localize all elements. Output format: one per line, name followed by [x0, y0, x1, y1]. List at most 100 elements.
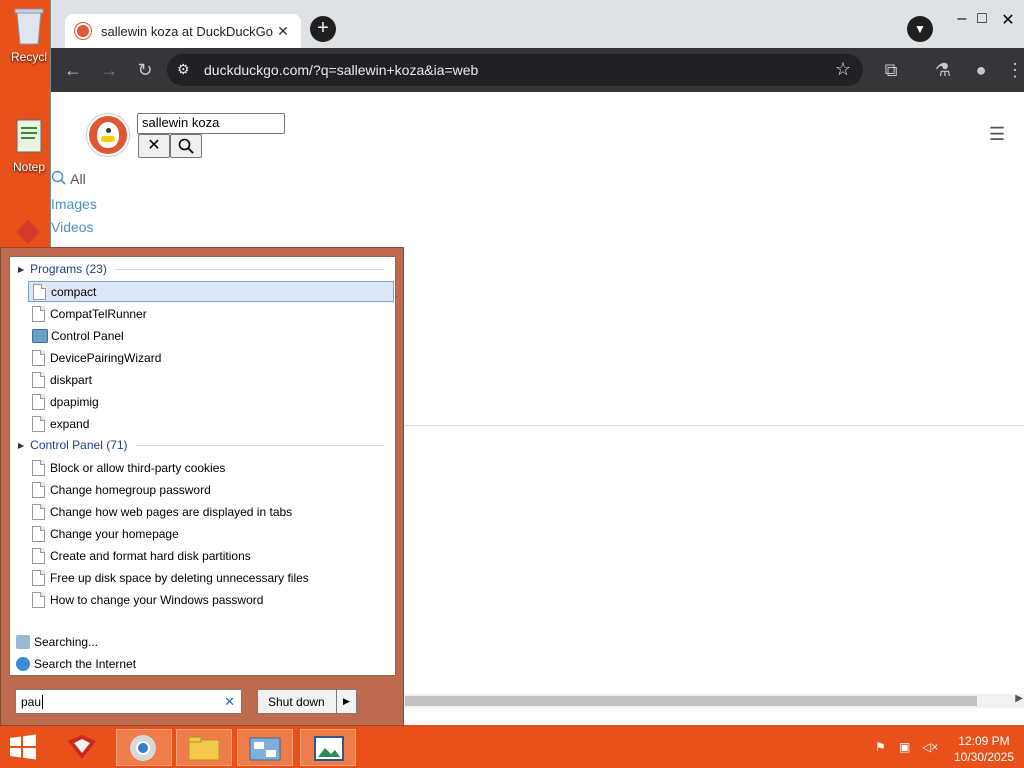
- image-viewer-icon: [314, 736, 344, 761]
- taskbar-photos[interactable]: [300, 729, 356, 766]
- start-search-results: ▶ Programs (23) compact CompatTelRunner …: [9, 256, 396, 676]
- scrollbar-thumb[interactable]: [405, 696, 977, 706]
- file-icon: [32, 591, 45, 608]
- list-item[interactable]: CompatTelRunner: [28, 303, 394, 324]
- item-label: Block or allow third-party cookies: [50, 460, 226, 475]
- folder-icon: [188, 736, 220, 761]
- file-icon: [32, 569, 45, 586]
- labs-flask-icon[interactable]: ⚗: [931, 58, 955, 82]
- start-search-input[interactable]: pau ✕: [15, 689, 242, 714]
- file-icon: [32, 503, 45, 520]
- address-url[interactable]: duckduckgo.com/?q=sallewin+koza&ia=web: [204, 62, 478, 78]
- file-icon: [32, 547, 45, 564]
- item-label: compact: [51, 284, 97, 299]
- tab-search-chevron-icon[interactable]: ▼: [907, 16, 933, 42]
- action-center-flag-icon[interactable]: ⚑: [875, 740, 886, 754]
- list-item[interactable]: expand: [28, 413, 394, 434]
- search-button[interactable]: [170, 134, 202, 158]
- file-icon: [32, 459, 45, 476]
- search-icon: [51, 170, 66, 185]
- list-item[interactable]: compact: [28, 281, 394, 302]
- back-arrow-icon[interactable]: ←: [61, 58, 85, 82]
- control-panel-group-header[interactable]: ▶ Control Panel (71): [18, 436, 128, 454]
- recycle-bin-icon: [11, 6, 47, 46]
- chrome-icon: [130, 735, 156, 761]
- expand-triangle-icon: ▶: [18, 264, 25, 274]
- duckduckgo-logo-icon[interactable]: [87, 114, 129, 156]
- taskbar-control-panel[interactable]: [237, 729, 293, 766]
- item-label: expand: [50, 416, 90, 431]
- browser-tab[interactable]: sallewin koza at DuckDuckGo ✕: [65, 14, 301, 48]
- desktop-icon-label: Recycl: [10, 50, 47, 64]
- volume-muted-icon[interactable]: ◁×: [922, 740, 938, 754]
- file-icon: [32, 349, 45, 366]
- item-label: Free up disk space by deleting unnecessa…: [50, 570, 309, 585]
- group-divider: [116, 269, 384, 270]
- expand-triangle-icon: ▶: [18, 440, 25, 450]
- tab-all-label: All: [70, 171, 86, 187]
- list-item[interactable]: Control Panel: [28, 325, 394, 346]
- file-icon: [32, 415, 45, 432]
- tab-videos[interactable]: Videos: [51, 219, 94, 235]
- programs-group-header[interactable]: ▶ Programs (23): [18, 260, 107, 278]
- system-clock[interactable]: 12:09 PM 10/30/2025: [946, 733, 1022, 765]
- list-item[interactable]: Change how web pages are displayed in ta…: [28, 501, 394, 522]
- clock-date: 10/30/2025: [953, 750, 1015, 764]
- list-item[interactable]: Change homegroup password: [28, 479, 394, 500]
- desktop-icon-label: Notep: [12, 160, 46, 174]
- desktop-icon-notepad[interactable]: Notep: [4, 116, 54, 174]
- desktop-icon-recycle-bin[interactable]: Recycl: [4, 6, 54, 64]
- new-tab-button[interactable]: +: [310, 16, 336, 42]
- site-settings-icon[interactable]: ⚙: [177, 61, 190, 78]
- tab-title: sallewin koza at DuckDuckGo: [101, 23, 273, 39]
- list-item[interactable]: Block or allow third-party cookies: [28, 457, 394, 478]
- shutdown-label: Shut down: [268, 695, 325, 709]
- start-button[interactable]: [8, 734, 38, 760]
- search-input[interactable]: sallewin koza: [137, 113, 285, 134]
- tab-all[interactable]: All: [51, 170, 86, 187]
- group-header-label: Control Panel (71): [30, 438, 128, 452]
- address-bar[interactable]: ⚙ duckduckgo.com/?q=sallewin+koza&ia=web…: [167, 54, 863, 86]
- horizontal-scrollbar[interactable]: ▶: [401, 693, 1024, 708]
- taskbar-app-1[interactable]: [56, 729, 112, 766]
- start-menu: ▶ Programs (23) compact CompatTelRunner …: [0, 247, 404, 726]
- item-label: Change how web pages are displayed in ta…: [50, 504, 293, 519]
- taskbar: ⚑ ▣ ◁× 12:09 PM 10/30/2025: [0, 726, 1024, 768]
- list-item[interactable]: Change your homepage: [28, 523, 394, 544]
- list-item[interactable]: Create and format hard disk partitions: [28, 545, 394, 566]
- scroll-right-icon[interactable]: ▶: [1015, 693, 1023, 704]
- extensions-icon[interactable]: ⧉: [879, 58, 903, 82]
- network-icon[interactable]: ▣: [899, 740, 910, 754]
- list-item[interactable]: Free up disk space by deleting unnecessa…: [28, 567, 394, 588]
- list-item[interactable]: diskpart: [28, 369, 394, 390]
- item-label: Control Panel: [51, 328, 124, 343]
- hamburger-menu-icon[interactable]: ☰: [989, 124, 1005, 145]
- clear-search-button[interactable]: ✕: [138, 134, 170, 158]
- reload-icon[interactable]: ↻: [133, 58, 157, 82]
- duckduckgo-favicon-icon: [75, 23, 91, 39]
- more-menu-icon[interactable]: ⋮: [1003, 58, 1024, 82]
- group-header-label: Programs (23): [30, 262, 107, 276]
- taskbar-file-explorer[interactable]: [176, 729, 232, 766]
- close-window-icon[interactable]: ✕: [993, 10, 1023, 30]
- shutdown-button[interactable]: Shut down ▶: [257, 689, 357, 714]
- item-label: Change homegroup password: [50, 482, 211, 497]
- search-internet-link[interactable]: Search the Internet: [16, 657, 136, 671]
- bookmark-star-icon[interactable]: ☆: [835, 59, 851, 80]
- file-icon: [32, 305, 45, 322]
- internet-explorer-icon: [16, 657, 30, 671]
- forward-arrow-icon[interactable]: →: [97, 58, 121, 82]
- profile-avatar-icon[interactable]: ●: [969, 58, 993, 82]
- shutdown-options-arrow-icon[interactable]: ▶: [336, 690, 356, 713]
- close-tab-icon[interactable]: ✕: [275, 23, 291, 40]
- browser-toolbar: ← → ↻ ⚙ duckduckgo.com/?q=sallewin+koza&…: [51, 48, 1024, 92]
- list-item[interactable]: dpapimig: [28, 391, 394, 412]
- desktop-icon-partial: [14, 218, 42, 246]
- list-item[interactable]: DevicePairingWizard: [28, 347, 394, 368]
- item-label: Create and format hard disk partitions: [50, 548, 251, 563]
- windows-logo-icon: [10, 734, 36, 760]
- clear-search-icon[interactable]: ✕: [224, 694, 235, 710]
- tab-images[interactable]: Images: [51, 196, 97, 212]
- taskbar-chrome[interactable]: [116, 729, 172, 766]
- list-item[interactable]: How to change your Windows password: [28, 589, 394, 610]
